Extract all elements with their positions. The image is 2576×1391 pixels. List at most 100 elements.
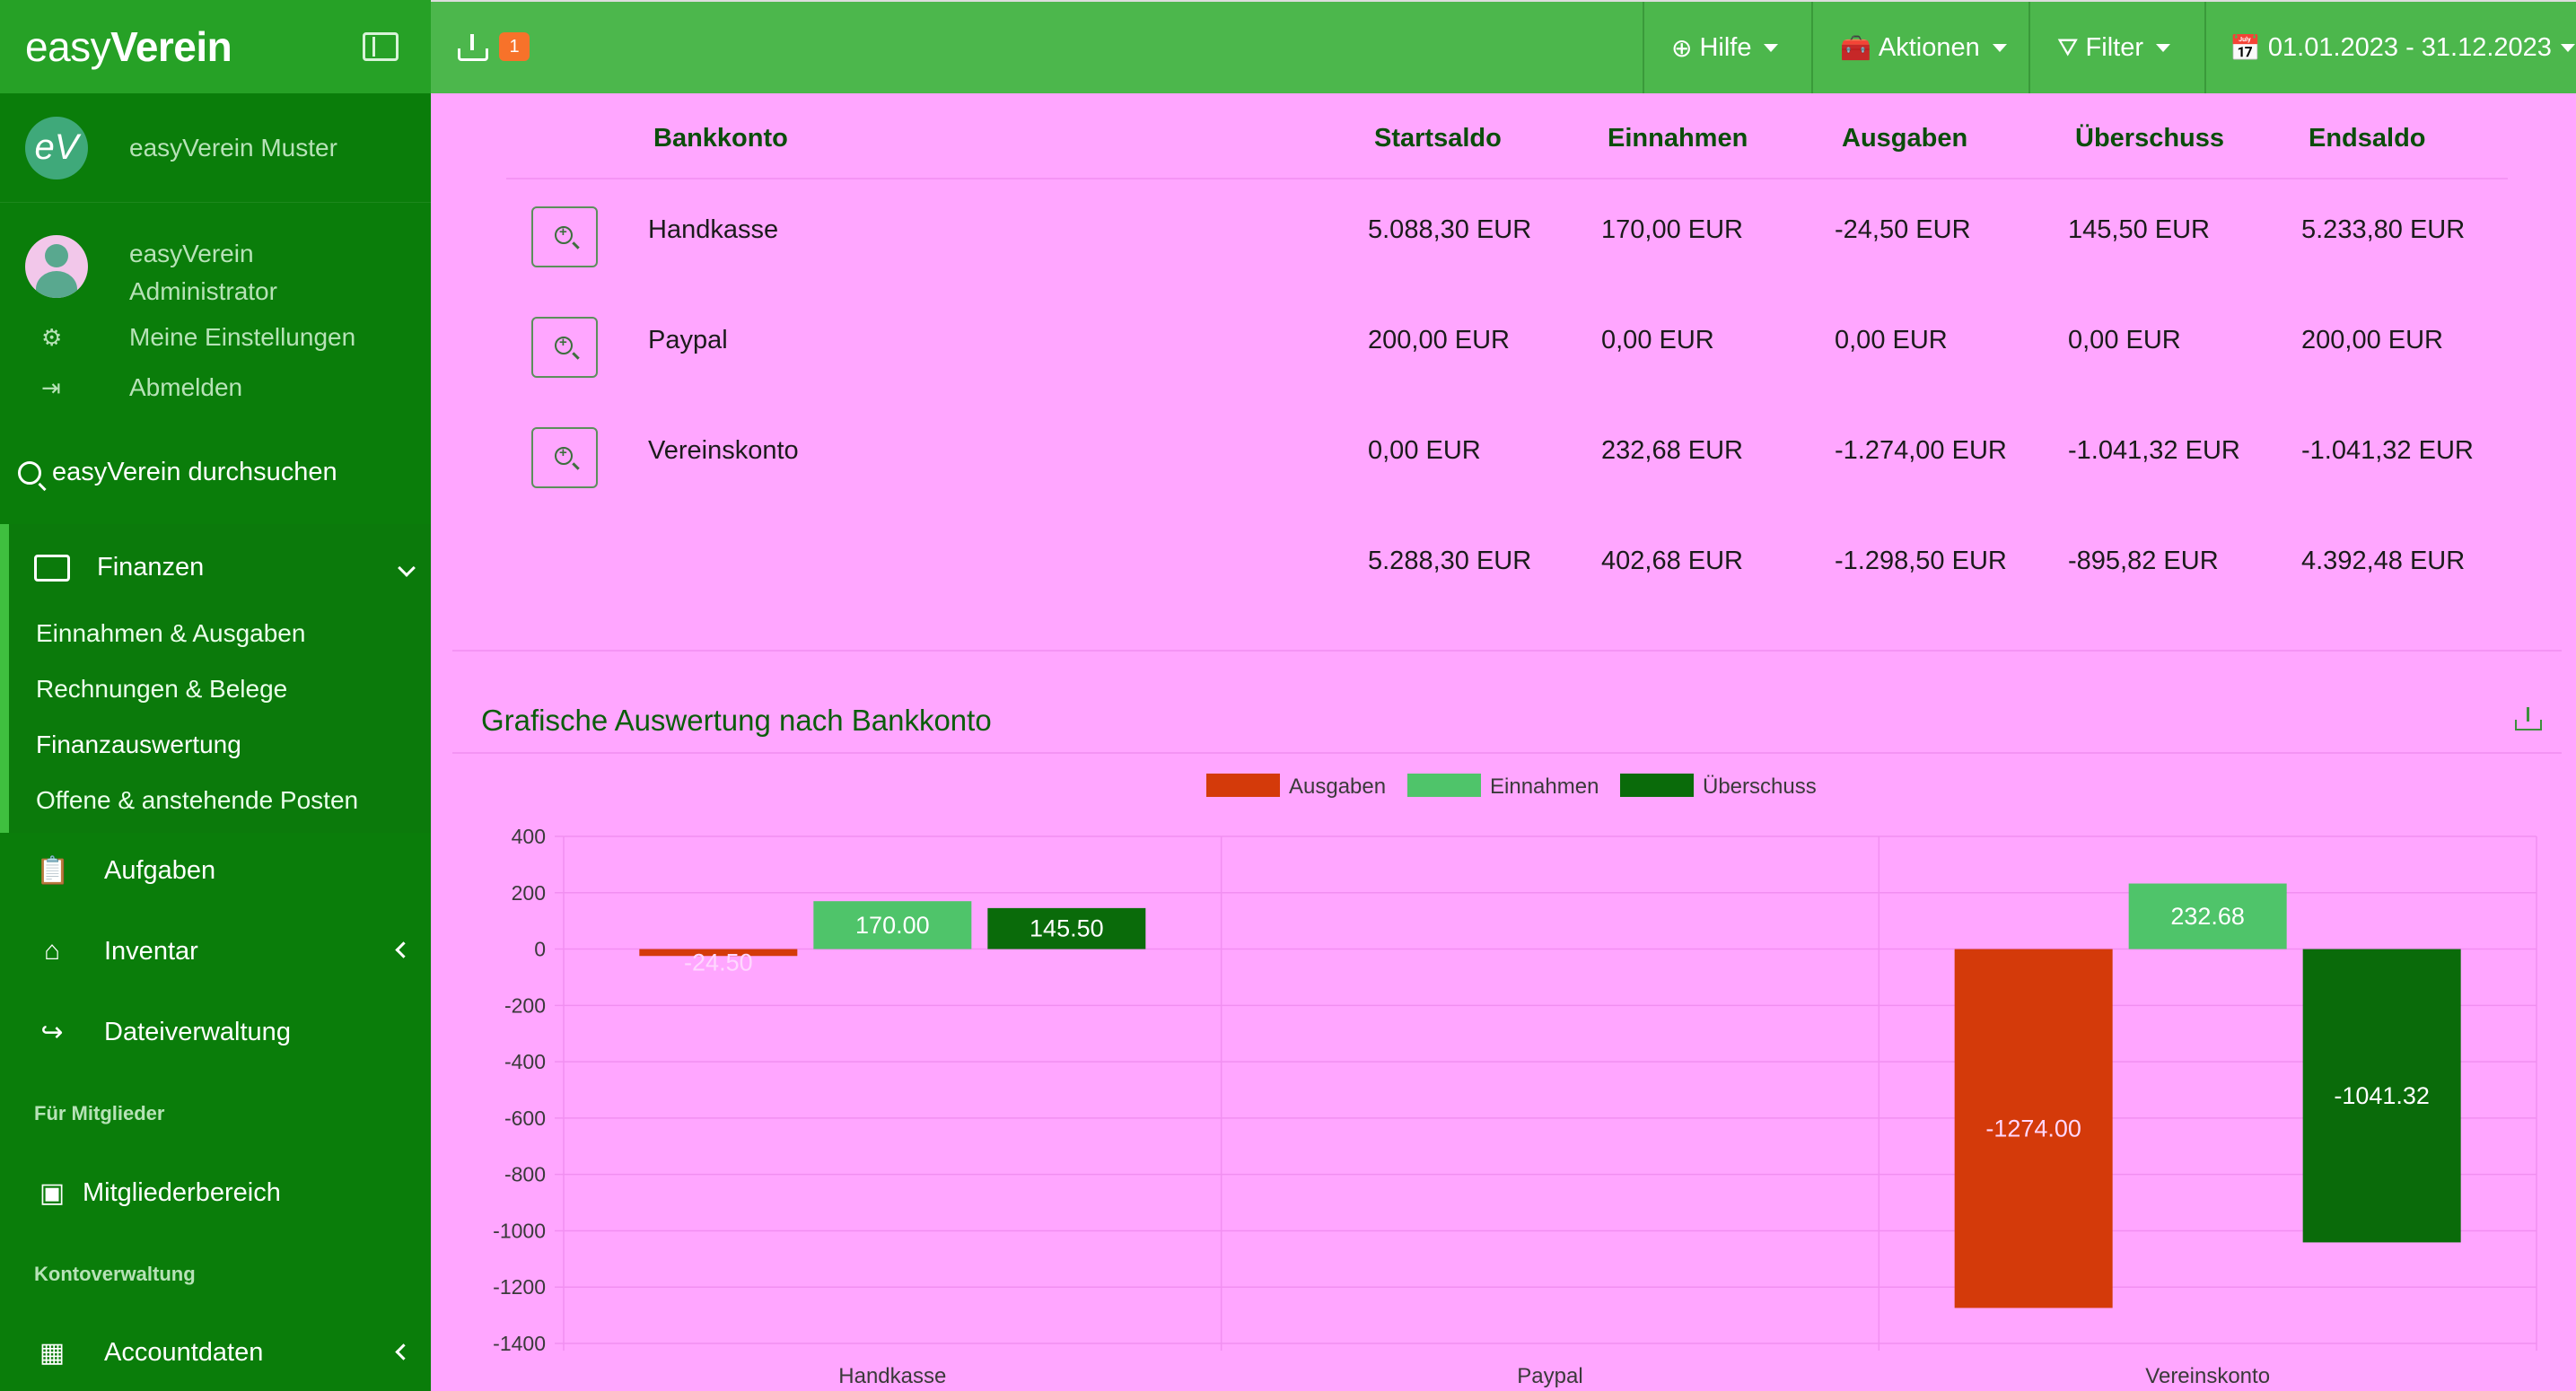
zoom-in-icon	[555, 445, 573, 465]
cell-ausgaben: -1.274,00 EUR	[1835, 436, 2007, 465]
logout-link[interactable]: ⇥ Abmelden	[41, 373, 242, 402]
help-label: Hilfe	[1699, 32, 1752, 62]
column-header-einnahmen: Einnahmen	[1608, 124, 1748, 153]
organization-row[interactable]: eV easyVerein Muster	[0, 93, 431, 203]
user-name-line1: easyVerein	[129, 240, 254, 267]
bar-data-label: -1274.00	[1985, 1115, 2081, 1142]
nav-inventar[interactable]: ⌂ Inventar	[36, 936, 431, 967]
legend-label: Einnahmen	[1490, 774, 1599, 799]
nav-offene-posten[interactable]: Offene & anstehende Posten	[36, 786, 358, 815]
cell-ueberschuss: -1.041,32 EUR	[2068, 436, 2240, 465]
cell-startsaldo: 200,00 EUR	[1368, 326, 1510, 354]
cell-startsaldo: 5.088,30 EUR	[1368, 215, 1532, 244]
filter-menu-button[interactable]: ⛛ Filter	[2028, 2, 2204, 93]
nav-rechnungen-belege[interactable]: Rechnungen & Belege	[36, 675, 287, 704]
y-tick-label: -800	[504, 1163, 546, 1186]
user-avatar	[25, 235, 88, 298]
nav-aufgaben[interactable]: 📋 Aufgaben	[36, 855, 215, 887]
legend-label: Überschuss	[1703, 774, 1817, 799]
nav-finanzen[interactable]: Finanzen	[34, 553, 204, 582]
cell-bankkonto: Handkasse	[648, 215, 779, 244]
organization-logo: eV	[25, 116, 88, 179]
y-tick-label: 0	[534, 938, 546, 961]
app-logo[interactable]: easyVerein	[25, 22, 232, 71]
chevron-left-icon	[395, 1343, 412, 1360]
cell-einnahmen: 232,68 EUR	[1601, 436, 1743, 465]
organization-name: easyVerein Muster	[129, 133, 337, 162]
building-icon: ▦	[39, 1338, 66, 1368]
x-tick-label: Paypal	[1517, 1364, 1582, 1388]
y-tick-label: -1200	[493, 1275, 546, 1299]
chevron-down-icon	[398, 559, 416, 577]
zoom-button[interactable]	[531, 317, 598, 378]
cell-ausgaben: 0,00 EUR	[1835, 326, 1948, 354]
nav-einnahmen-ausgaben[interactable]: Einnahmen & Ausgaben	[36, 619, 305, 648]
logout-icon: ⇥	[41, 373, 61, 401]
nav-dateiverwaltung[interactable]: ↪ Dateiverwaltung	[36, 1017, 291, 1048]
cell-ueberschuss: 145,50 EUR	[2068, 215, 2210, 244]
download-icon[interactable]	[458, 34, 490, 61]
calendar-icon: 📅	[2230, 33, 2261, 62]
cell-endsaldo: -1.041,32 EUR	[2301, 436, 2474, 465]
topbar: 1 ⊕ Hilfe 🧰 Aktionen ⛛ Filter 📅 01.01.20…	[431, 0, 2576, 93]
legend-label: Ausgaben	[1289, 774, 1386, 799]
total-ausgaben: -1.298,50 EUR	[1835, 547, 2007, 575]
nav-mitgliederbereich[interactable]: ▣ Mitgliederbereich	[36, 1177, 281, 1209]
legend-swatch	[1206, 774, 1280, 797]
zoom-button[interactable]	[531, 206, 598, 267]
cell-bankkonto: Vereinskonto	[648, 436, 799, 465]
chart-download-icon[interactable]	[2515, 707, 2542, 730]
legend-swatch	[1407, 774, 1481, 797]
search-label: easyVerein durchsuchen	[52, 458, 337, 486]
cell-endsaldo: 5.233,80 EUR	[2301, 215, 2466, 244]
filter-label: Filter	[2085, 32, 2143, 62]
cell-einnahmen: 0,00 EUR	[1601, 326, 1714, 354]
legend-swatch	[1620, 774, 1694, 797]
share-icon: ↪	[40, 1018, 64, 1047]
total-endsaldo: 4.392,48 EUR	[2301, 547, 2466, 575]
nav-finanzen-label: Finanzen	[97, 553, 205, 582]
divider	[452, 650, 2562, 652]
section-label-members: Für Mitglieder	[34, 1102, 165, 1124]
global-search[interactable]: easyVerein durchsuchen	[18, 458, 337, 487]
nav-accountdaten[interactable]: ▦ Accountdaten	[36, 1337, 264, 1369]
clipboard-icon: 📋	[36, 856, 70, 886]
my-settings-link[interactable]: ⚙ Meine Einstellungen	[41, 323, 355, 352]
total-einnahmen: 402,68 EUR	[1601, 547, 1743, 575]
bar-data-label: -1041.32	[2334, 1082, 2430, 1109]
nav-dateiverwaltung-label: Dateiverwaltung	[104, 1018, 291, 1046]
column-header-bankkonto: Bankkonto	[653, 124, 788, 153]
section-label-account: Kontoverwaltung	[34, 1263, 196, 1285]
nav-finanzauswertung[interactable]: Finanzauswertung	[36, 730, 241, 759]
bar-data-label: -24.50	[684, 949, 753, 976]
notification-badge[interactable]: 1	[499, 32, 530, 61]
cell-ueberschuss: 0,00 EUR	[2068, 326, 2181, 354]
total-ueberschuss: -895,82 EUR	[2068, 547, 2219, 575]
user-name[interactable]: easyVerein Administrator	[129, 235, 399, 311]
cell-ausgaben: -24,50 EUR	[1835, 215, 1971, 244]
cell-einnahmen: 170,00 EUR	[1601, 215, 1743, 244]
x-tick-label: Handkasse	[838, 1364, 946, 1388]
bar-data-label: 145.50	[1030, 915, 1104, 942]
search-icon	[18, 460, 41, 485]
y-tick-label: -1000	[493, 1219, 546, 1242]
help-menu-button[interactable]: ⊕ Hilfe	[1643, 2, 1811, 93]
sidebar-toggle-icon[interactable]	[363, 32, 399, 61]
home-icon: ⌂	[43, 936, 61, 966]
money-icon	[34, 554, 70, 582]
y-tick-label: -400	[504, 1050, 546, 1073]
date-range-label: 01.01.2023 - 31.12.2023	[2267, 32, 2552, 62]
date-range-button[interactable]: 📅 01.01.2023 - 31.12.2023	[2204, 2, 2576, 93]
lifebuoy-icon: ⊕	[1671, 33, 1693, 62]
logout-label: Abmelden	[129, 373, 243, 401]
zoom-button[interactable]	[531, 427, 598, 488]
zoom-in-icon	[555, 335, 573, 354]
column-header-startsaldo: Startsaldo	[1374, 124, 1502, 153]
y-tick-label: 400	[512, 825, 546, 848]
actions-menu-button[interactable]: 🧰 Aktionen	[1811, 2, 2028, 93]
caret-down-icon	[1992, 43, 2007, 52]
id-card-icon: ▣	[39, 1178, 66, 1208]
finanzen-group: Finanzen Einnahmen & Ausgaben Rechnungen…	[0, 524, 431, 833]
chart-card: Grafische Auswertung nach Bankkonto 400 2…	[452, 677, 2562, 1391]
balance-table-card: Bankkonto Startsaldo Einnahmen Ausgaben …	[452, 93, 2562, 652]
